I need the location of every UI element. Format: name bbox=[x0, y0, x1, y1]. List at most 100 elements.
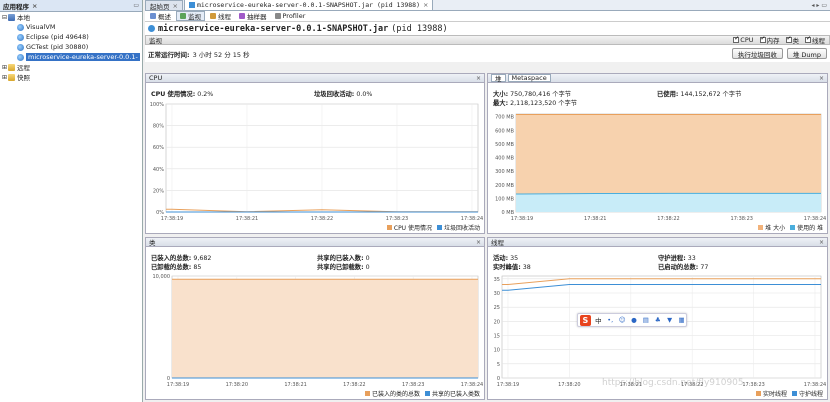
applications-panel-title: 应用程序 bbox=[3, 2, 29, 11]
restore-icon[interactable]: ◂ ▸ ▭ bbox=[811, 2, 827, 9]
monitor-checkbox[interactable]: 内存 bbox=[759, 35, 780, 45]
punctuation-icon[interactable]: •, bbox=[606, 316, 615, 325]
y-tick-label: 100% bbox=[150, 102, 165, 108]
y-tick-label: 700 MB bbox=[495, 115, 514, 121]
tree-item[interactable]: microservice-eureka-server-0.0.1- bbox=[0, 52, 142, 62]
heap-dump-button[interactable]: 堆 Dump bbox=[786, 48, 827, 59]
minimize-icon[interactable]: ▭ bbox=[133, 2, 139, 9]
heap-chart: 0 MB100 MB200 MB300 MB400 MB500 MB600 MB… bbox=[495, 113, 826, 222]
live-threads-value: 35 bbox=[510, 255, 519, 262]
monitor-checkboxes: CPU 内存 类 线程 bbox=[727, 35, 825, 45]
legend-swatch bbox=[791, 391, 797, 396]
legend-label: 共享的已装入类数 bbox=[431, 391, 480, 398]
x-tick-label: 17:38:20 bbox=[226, 382, 248, 388]
expand-toggle-icon[interactable]: ⊟ bbox=[1, 14, 8, 21]
close-icon[interactable]: × bbox=[819, 239, 824, 246]
x-tick-label: 17:38:23 bbox=[731, 216, 753, 222]
y-tick-label: 10 bbox=[494, 348, 500, 354]
app-name: microservice-eureka-server-0.0.1-SNAPSHO… bbox=[158, 23, 389, 34]
checkbox-icon[interactable] bbox=[805, 35, 811, 43]
monitor-checkbox[interactable]: CPU bbox=[733, 35, 754, 45]
y-tick-label: 200 MB bbox=[495, 183, 514, 189]
heap-legend: 堆 大小 使用的 堆 bbox=[753, 223, 823, 232]
emoji-icon[interactable]: ☺ bbox=[618, 316, 627, 325]
tree-item-label: 快照 bbox=[17, 74, 30, 82]
legend-label: 实时线程 bbox=[762, 391, 787, 398]
close-icon[interactable]: × bbox=[173, 2, 178, 10]
view-tab[interactable]: 监视 bbox=[176, 11, 205, 21]
x-tick-label: 17:38:21 bbox=[584, 216, 606, 222]
perform-gc-button[interactable]: 执行垃圾回收 bbox=[731, 48, 783, 59]
tab-metaspace[interactable]: Metaspace bbox=[507, 74, 551, 82]
tree-item-label: microservice-eureka-server-0.0.1- bbox=[26, 53, 140, 61]
legend-swatch bbox=[364, 391, 370, 396]
legend-swatch bbox=[424, 391, 430, 396]
threads-legend: 实时线程 守护线程 bbox=[751, 389, 823, 398]
toolbox-icon[interactable]: ▦ bbox=[677, 316, 686, 325]
app-icon bbox=[17, 53, 24, 61]
y-tick-label: 100 MB bbox=[495, 196, 514, 202]
tree-item[interactable]: ⊞ 远程 bbox=[0, 62, 142, 72]
microphone-icon[interactable]: ● bbox=[630, 316, 639, 325]
x-tick-label: 17:38:19 bbox=[497, 382, 519, 388]
started-threads-value: 77 bbox=[700, 264, 709, 271]
view-tab[interactable]: 线程 bbox=[207, 11, 234, 21]
skin-icon[interactable]: ♣ bbox=[653, 316, 662, 325]
close-icon[interactable]: × bbox=[476, 239, 481, 246]
checkbox-icon[interactable] bbox=[759, 35, 766, 43]
cpu-panel-header: CPU × bbox=[146, 74, 484, 83]
close-icon[interactable]: × bbox=[476, 75, 481, 82]
tree-item[interactable]: GCTest (pid 30880) bbox=[0, 42, 142, 52]
y-tick-label: 600 MB bbox=[495, 128, 514, 134]
legend-label: CPU 使用情况 bbox=[393, 225, 432, 232]
gc-activity-value: 0.0% bbox=[356, 91, 373, 98]
view-tab[interactable]: Profiler bbox=[272, 11, 309, 21]
uptime-value: 3 小时 52 分 15 秒 bbox=[192, 50, 250, 59]
tab-start-page[interactable]: 起始页 × bbox=[145, 0, 183, 11]
monitor-bar: 监视 CPU 内存 类 线程 bbox=[145, 35, 830, 45]
heap-used-value: 144,152,672 个字节 bbox=[680, 91, 742, 98]
view-tab[interactable]: 概述 bbox=[147, 11, 174, 21]
view-tab[interactable]: 抽样器 bbox=[236, 11, 270, 21]
heap-panel: 堆 Metaspace × 大小: 750,780,416 个字节 已使用: 1… bbox=[487, 73, 828, 234]
tree-item-label: GCTest (pid 30880) bbox=[26, 43, 89, 51]
close-icon[interactable]: × bbox=[32, 2, 37, 10]
tab-heap[interactable]: 堆 bbox=[491, 74, 506, 83]
ime-toolbar[interactable]: S 中 •, ☺ ● ▤ ♣ ▼ ▦ bbox=[577, 313, 687, 327]
y-tick-label: 400 MB bbox=[495, 156, 514, 162]
uptime-row: 正常运行时间: 3 小时 52 分 15 秒 执行垃圾回收 堆 Dump bbox=[145, 45, 830, 62]
close-icon[interactable]: × bbox=[819, 75, 824, 82]
expand-toggle-icon[interactable]: ⊞ bbox=[1, 74, 8, 81]
tab-icon bbox=[239, 13, 245, 19]
y-tick-label: 20 bbox=[494, 319, 500, 325]
cpu-usage-label: CPU 使用情况: bbox=[151, 91, 196, 98]
checkbox-icon[interactable] bbox=[733, 35, 739, 43]
tree-item[interactable]: VisualVM bbox=[0, 22, 142, 32]
x-tick-label: 17:38:21 bbox=[284, 382, 306, 388]
tree-item[interactable]: ⊞ 快照 bbox=[0, 72, 142, 82]
loaded-total-value: 9,682 bbox=[193, 255, 212, 262]
tree-item[interactable]: ⊟ 本地 bbox=[0, 12, 142, 22]
legend-swatch bbox=[386, 225, 392, 230]
monitor-checkbox[interactable]: 线程 bbox=[805, 35, 825, 45]
tab-application[interactable]: microservice-eureka-server-0.0.1-SNAPSHO… bbox=[183, 0, 434, 10]
document-tabs: 起始页 × microservice-eureka-server-0.0.1-S… bbox=[145, 0, 830, 11]
checkbox-icon[interactable] bbox=[785, 35, 792, 43]
x-tick-label: 17:38:23 bbox=[402, 382, 424, 388]
monitor-checkbox[interactable]: 类 bbox=[785, 35, 799, 45]
close-icon[interactable]: × bbox=[423, 1, 428, 9]
ime-mode-toggle[interactable]: 中 bbox=[594, 316, 603, 325]
cpu-legend: CPU 使用情况 垃圾回收活动 bbox=[382, 223, 480, 232]
shared-loaded-value: 0 bbox=[365, 255, 370, 262]
shirt-icon[interactable]: ▼ bbox=[665, 316, 674, 325]
keyboard-icon[interactable]: ▤ bbox=[641, 316, 650, 325]
series-area bbox=[172, 279, 478, 378]
tree-item[interactable]: Eclipse (pid 49648) bbox=[0, 32, 142, 42]
view-tab-label: 监视 bbox=[188, 13, 201, 21]
app-icon bbox=[148, 25, 155, 32]
sogou-logo-icon[interactable]: S bbox=[580, 314, 591, 326]
legend-swatch bbox=[436, 225, 442, 230]
x-tick-label: 17:38:19 bbox=[167, 382, 189, 388]
applications-panel-header: 应用程序 × ▭ bbox=[0, 0, 142, 12]
expand-toggle-icon[interactable]: ⊞ bbox=[1, 64, 8, 71]
